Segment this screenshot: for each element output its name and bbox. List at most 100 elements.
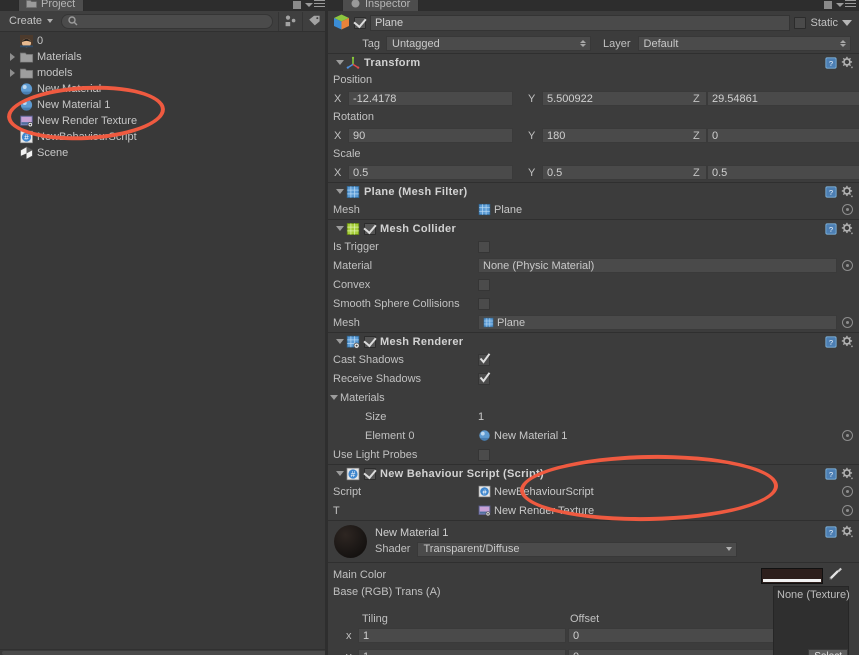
filter-by-type-button[interactable] [278,11,302,31]
expand-arrow-icon[interactable] [6,69,19,77]
object-reference-field[interactable]: New Material 1 [478,429,567,442]
tiling-y-field[interactable]: 1 [358,649,566,655]
search-field[interactable] [61,13,273,29]
create-button[interactable]: Create [2,13,58,29]
component-header[interactable]: Mesh Renderer? [328,332,859,350]
tab-project-label: Project [41,0,76,10]
property-checkbox[interactable] [478,297,490,310]
help-button[interactable]: ? [825,525,837,538]
select-object-icon[interactable] [842,204,853,215]
select-object-icon[interactable] [842,260,853,271]
project-tree-item[interactable]: New Render Texture [0,113,328,129]
project-tab-options[interactable] [293,0,325,9]
foldout-arrow-icon[interactable] [333,471,346,476]
gameobject-name-field[interactable]: Plane [370,14,791,31]
property-checkbox[interactable] [478,371,491,385]
property-checkbox[interactable] [478,278,490,291]
component-settings-button[interactable] [841,222,854,235]
component-enabled-checkbox[interactable] [364,467,376,480]
property-checkbox[interactable] [478,240,490,253]
transform-gizmo-icon [346,56,360,69]
help-button[interactable]: ? [825,335,837,348]
component-header[interactable]: # New Behaviour Script (Script)? [328,464,859,482]
property-checkbox[interactable] [478,352,491,366]
tag-value: Untagged [392,37,440,50]
help-button[interactable]: ? [825,222,837,235]
component-enabled-checkbox[interactable] [364,335,376,348]
object-reference-field[interactable]: Plane [478,203,522,216]
inspector-tab-options[interactable] [824,0,856,9]
foldout-arrow-icon[interactable] [333,189,346,194]
property-checkbox[interactable] [478,448,490,461]
help-button[interactable]: ? [825,185,837,198]
select-object-icon[interactable] [842,486,853,497]
project-tree-item[interactable]: New Material [0,81,328,97]
object-reference-field[interactable]: None (Physic Material) [478,258,837,273]
property-row: Is Trigger [328,237,859,256]
main-color-swatch[interactable] [761,568,823,584]
component-enabled-checkbox[interactable] [364,222,376,235]
property-foldout-row[interactable]: Materials [328,388,859,407]
y-field[interactable]: 5.500922 [542,91,707,106]
project-tree-item[interactable]: New Material 1 [0,97,328,113]
static-dropdown[interactable]: Static [794,16,855,29]
panel-menu-icon[interactable] [305,0,325,9]
help-button[interactable]: ? [825,467,837,480]
z-field[interactable]: 0.5 [707,165,859,180]
lock-icon[interactable] [824,0,832,9]
panel-menu-icon[interactable] [836,0,856,9]
x-field[interactable]: 90 [348,128,513,143]
tag-dropdown[interactable]: Untagged [386,36,591,51]
component-settings-button[interactable] [841,185,854,198]
layer-dropdown[interactable]: Default [637,36,851,51]
static-checkbox[interactable] [794,16,807,29]
project-horizontal-scrollbar[interactable] [0,649,328,655]
offset-x-field[interactable]: 0 [568,628,776,643]
select-object-icon[interactable] [842,317,853,328]
project-asset-tree[interactable]: 0 Materials models New Material New Material… [0,32,328,649]
select-texture-button[interactable]: Select [808,649,848,655]
eyedropper-button[interactable] [828,566,843,581]
filter-by-label-button[interactable] [302,11,326,31]
z-field[interactable]: 29.54861 [707,91,859,106]
component-settings-button[interactable] [841,335,854,348]
foldout-arrow-icon[interactable] [333,339,346,344]
select-object-icon[interactable] [842,505,853,516]
component-header[interactable]: Mesh Collider? [328,219,859,237]
project-tree-item[interactable]: # NewBehaviourScript [0,129,328,145]
help-button[interactable]: ? [825,56,837,69]
component-settings-button[interactable] [841,467,854,480]
component-header[interactable]: Plane (Mesh Filter)? [328,182,859,200]
component-settings-button[interactable] [841,56,854,69]
foldout-arrow-icon[interactable] [333,226,346,231]
gameobject-enabled-checkbox[interactable] [354,16,366,29]
object-reference-field[interactable]: New Render Texture [478,504,594,517]
foldout-arrow-icon[interactable] [333,60,346,65]
component-header[interactable]: Transform? [328,53,859,71]
property-value[interactable]: 1 [478,411,484,423]
select-object-icon[interactable] [842,430,853,441]
project-tree-item[interactable]: Scene [0,145,328,161]
vector-label: Scale [333,148,361,160]
lock-icon[interactable] [293,0,301,9]
project-tree-item[interactable]: models [0,65,328,81]
tab-project[interactable]: Project [18,0,85,11]
foldout-arrow-icon[interactable] [328,395,340,400]
object-reference-field[interactable]: # NewBehaviourScript [478,485,594,498]
search-input[interactable] [78,15,266,27]
z-field[interactable]: 0 [707,128,859,143]
project-tree-item[interactable]: 0 [0,33,328,49]
object-reference-field[interactable]: Plane [478,315,837,330]
expand-arrow-icon[interactable] [6,53,19,61]
x-field[interactable]: -12.4178 [348,91,513,106]
tab-inspector[interactable]: Inspector [342,0,420,11]
texture-slot[interactable]: None (Texture) Select [773,586,850,655]
component-settings-button[interactable] [841,525,854,538]
offset-y-field[interactable]: 0 [568,649,776,655]
y-field[interactable]: 180 [542,128,707,143]
shader-dropdown[interactable]: Transparent/Diffuse [417,541,738,557]
x-field[interactable]: 0.5 [348,165,513,180]
tiling-x-field[interactable]: 1 [358,628,566,643]
y-field[interactable]: 0.5 [542,165,707,180]
project-tree-item[interactable]: Materials [0,49,328,65]
